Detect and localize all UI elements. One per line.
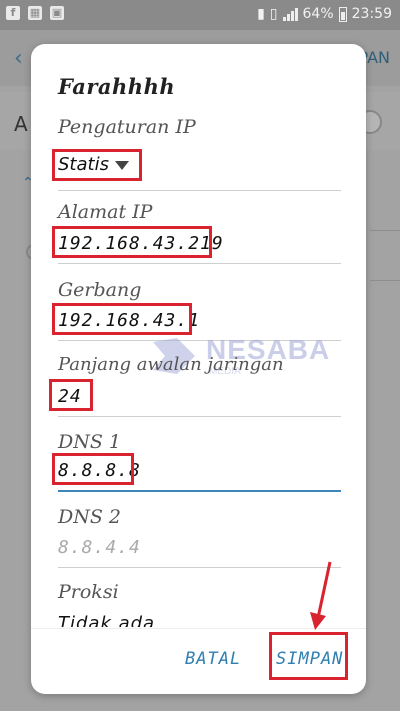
dialog-title: Farahhhh [58,74,176,99]
notification-icons: f ▦ ▣ [6,6,64,20]
status-bar: f ▦ ▣ ▮ ▯ 64% 23:59 [0,0,400,30]
highlight-box [52,303,192,335]
back-icon: ‹ [14,46,23,71]
highlight-box [52,453,134,485]
annotation-arrow-icon [310,561,332,630]
system-icons: ▮ ▯ 64% 23:59 [257,6,392,22]
highlight-box [52,149,142,181]
dns1-label: DNS 1 [58,431,122,453]
focused-underline [58,490,341,492]
facebook-icon: f [6,6,20,20]
divider [370,230,400,231]
divider [58,416,341,417]
image-icon: ▦ [28,6,42,20]
divider [58,263,341,264]
dns2-label: DNS 2 [58,506,122,528]
gateway-label: Gerbang [58,279,142,301]
vibrate-icon: ▯ [269,6,278,22]
cancel-button[interactable]: BATAL [185,649,241,669]
ip-settings-label: Pengaturan IP [58,116,196,138]
proxy-dropdown[interactable]: Tidak ada [58,613,155,627]
clock: 23:59 [351,6,392,22]
divider [370,280,400,281]
proxy-value: Tidak ada [58,613,156,627]
battery-icon [338,6,347,22]
notification-count-icon: ▮ [257,6,265,22]
divider [58,190,341,191]
divider [58,340,341,341]
prefix-length-label: Panjang awalan jaringan [58,354,284,375]
highlight-box [49,379,93,411]
battery-percent: 64% [302,6,334,22]
proxy-label: Proksi [58,581,119,603]
background-row-label: A [14,112,28,136]
divider [58,567,341,568]
gallery-icon: ▣ [50,6,64,20]
dns2-input[interactable]: 8.8.4.4 [58,537,141,558]
ip-address-label: Alamat IP [58,201,153,223]
signal-icon [282,7,298,21]
highlight-box [269,632,348,680]
highlight-box [52,226,212,258]
